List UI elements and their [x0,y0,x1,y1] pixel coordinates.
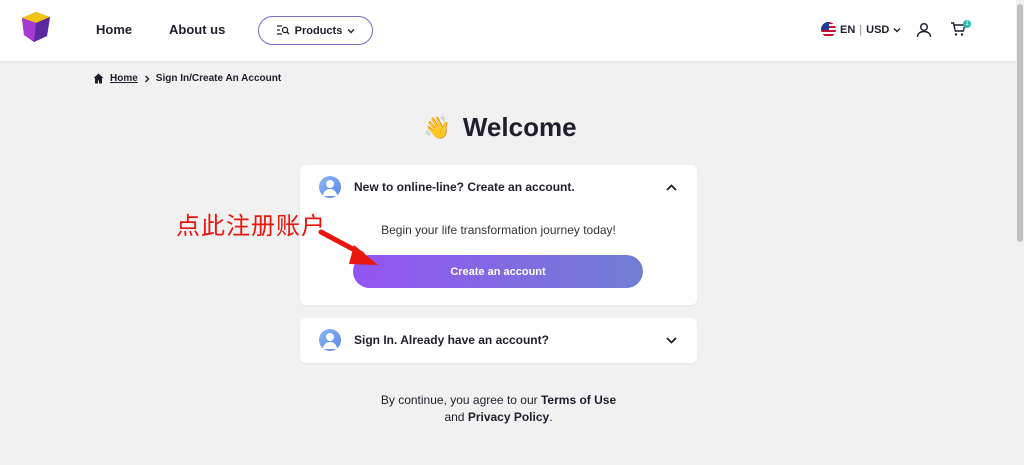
locale-separator: | [859,23,863,36]
terms-prefix: By continue, you agree to our [380,393,538,407]
add-user-icon [319,176,341,198]
sign-in-panel: Sign In. Already have an account? [300,318,697,363]
products-menu-button[interactable]: Products [258,16,373,45]
chevron-right-icon [144,75,150,82]
home-icon [93,73,104,84]
annotation-label: 点此注册账户 [176,212,326,240]
sign-in-panel-header[interactable]: Sign In. Already have an account? [319,329,678,351]
create-account-panel-title: New to online-line? Create an account. [354,180,575,194]
terms-period: . [549,410,553,424]
locale-selector[interactable]: EN | USD [821,22,901,37]
breadcrumb-home-link[interactable]: Home [110,73,138,84]
user-avatar-icon [319,329,341,351]
nav-home-link[interactable]: Home [96,22,132,37]
terms-line-1: By continue, you agree to our Terms of U… [300,393,697,407]
create-account-button[interactable]: Create an account [353,255,643,288]
terms-line-2: and Privacy Policy. [300,410,697,424]
sign-in-panel-title: Sign In. Already have an account? [354,333,549,347]
terms-and: and [444,410,465,424]
breadcrumb-current: Sign In/Create An Account [155,73,282,84]
products-label: Products [294,24,343,37]
page-scrollbar[interactable] [1016,0,1024,465]
privacy-policy-link[interactable]: Privacy Policy [468,410,549,424]
breadcrumb: Home Sign In/Create An Account [93,73,281,84]
cart-count-badge: 1 [963,20,971,28]
us-flag-icon [821,22,836,37]
welcome-title: Welcome [462,112,577,142]
chevron-down-icon [893,27,901,32]
annotation-arrow-icon [318,229,378,265]
chevron-up-icon[interactable] [664,180,678,194]
user-icon[interactable] [916,22,932,38]
currency-label: USD [866,23,890,36]
scrollbar-thumb[interactable] [1017,4,1023,242]
top-header: Home About us Products EN | USD 1 [0,0,1016,61]
language-label: EN [840,23,856,36]
menu-search-icon [276,25,290,35]
chevron-down-icon [347,28,355,33]
page-title: 👋 Welcome [0,112,1000,143]
waving-hand-icon: 👋 [423,114,451,140]
chevron-down-icon[interactable] [664,333,678,347]
terms-of-use-link[interactable]: Terms of Use [541,393,616,407]
logo-icon[interactable] [19,11,53,43]
nav-about-link[interactable]: About us [169,22,225,37]
create-account-panel-header[interactable]: New to online-line? Create an account. [319,176,678,198]
